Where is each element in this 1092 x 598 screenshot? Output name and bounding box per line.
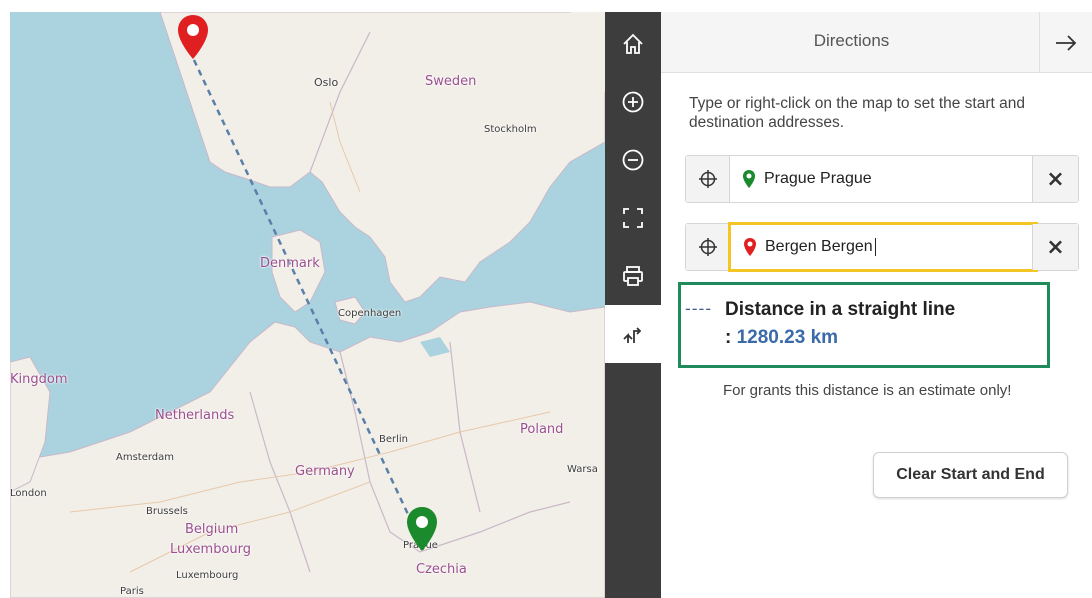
print-button[interactable] xyxy=(605,247,661,305)
map-label-amsterdam: Amsterdam xyxy=(116,452,175,463)
start-locate-button[interactable] xyxy=(686,156,730,202)
map-label-oslo: Oslo xyxy=(314,76,339,89)
distance-label: Distance in a straight line xyxy=(725,299,956,320)
zoom-out-button[interactable] xyxy=(605,131,661,189)
fullscreen-button[interactable] xyxy=(605,189,661,247)
map-label-paris: Paris xyxy=(120,586,144,597)
crosshair-icon xyxy=(698,170,717,188)
directions-panel: Directions Type or right-click on the ma… xyxy=(661,12,1092,598)
zoom-in-icon xyxy=(622,91,644,113)
map-label-stockholm: Stockholm xyxy=(484,124,537,135)
map-label-luxembourg-country: Luxembourg xyxy=(170,542,252,557)
crosshair-icon xyxy=(698,238,717,256)
start-address-input[interactable]: Prague Prague xyxy=(730,156,1034,202)
map-label-warsaw: Warsa xyxy=(567,464,598,475)
zoom-in-button[interactable] xyxy=(605,73,661,131)
map-label-berlin: Berlin xyxy=(379,434,409,445)
map-label-poland: Poland xyxy=(520,422,564,437)
instructions-text: Type or right-click on the map to set th… xyxy=(689,95,1025,131)
arrow-right-icon xyxy=(1056,34,1077,51)
directions-icon xyxy=(623,327,642,343)
green-pin-icon xyxy=(743,170,755,188)
map-label-kingdom: Kingdom xyxy=(10,372,68,387)
distance-line-legend: ---- xyxy=(685,299,713,318)
panel-title: Directions xyxy=(813,31,890,50)
map-label-luxembourg-city: Luxembourg xyxy=(176,570,239,581)
start-marker-icon[interactable] xyxy=(405,506,439,552)
red-pin-icon xyxy=(744,238,756,256)
fullscreen-icon xyxy=(623,208,643,228)
map-label-sweden: Sweden xyxy=(425,74,477,89)
start-clear-button[interactable]: × xyxy=(1032,156,1078,202)
destination-address-row: Bergen Bergen × xyxy=(685,222,1079,272)
distance-value: 1280.23 km xyxy=(736,327,839,348)
text-cursor xyxy=(874,238,876,256)
map-canvas[interactable]: Oslo Sweden Stockholm Denmark Copenhagen… xyxy=(10,12,605,598)
destination-address-value: Bergen Bergen xyxy=(765,238,873,255)
map-label-czechia: Czechia xyxy=(416,562,467,577)
map-label-london: London xyxy=(10,488,47,499)
zoom-out-icon xyxy=(622,149,644,171)
collapse-panel-button[interactable] xyxy=(1039,12,1092,73)
map-label-copenhagen: Copenhagen xyxy=(338,308,402,319)
directions-button[interactable] xyxy=(605,305,661,363)
map-label-netherlands: Netherlands xyxy=(155,408,235,423)
app: Oslo Sweden Stockholm Denmark Copenhagen… xyxy=(0,0,1092,598)
map-label-denmark: Denmark xyxy=(260,256,320,271)
start-address-row: Prague Prague × xyxy=(685,155,1079,203)
distance-prefix: : xyxy=(725,327,737,348)
map-label-belgium: Belgium xyxy=(185,522,239,537)
distance-result-box: ---- Distance in a straight line : 1280.… xyxy=(678,282,1050,368)
destination-marker-icon[interactable] xyxy=(176,14,210,60)
home-icon xyxy=(623,33,643,54)
destination-address-input[interactable]: Bergen Bergen xyxy=(728,222,1038,272)
panel-header: Directions xyxy=(661,12,1092,73)
estimate-note: For grants this distance is an estimate … xyxy=(723,382,1012,399)
home-button[interactable] xyxy=(605,15,661,73)
map-basemap xyxy=(10,12,605,598)
destination-clear-button[interactable]: × xyxy=(1032,224,1078,270)
distance-value-row: : 1280.23 km xyxy=(725,327,838,349)
map-label-germany: Germany xyxy=(295,464,355,479)
print-icon xyxy=(623,266,643,286)
map-toolbar xyxy=(605,12,661,598)
start-address-value: Prague Prague xyxy=(764,170,872,187)
destination-locate-button[interactable] xyxy=(686,224,730,270)
map-label-brussels: Brussels xyxy=(146,506,188,517)
clear-start-end-button[interactable]: Clear Start and End xyxy=(873,452,1068,498)
